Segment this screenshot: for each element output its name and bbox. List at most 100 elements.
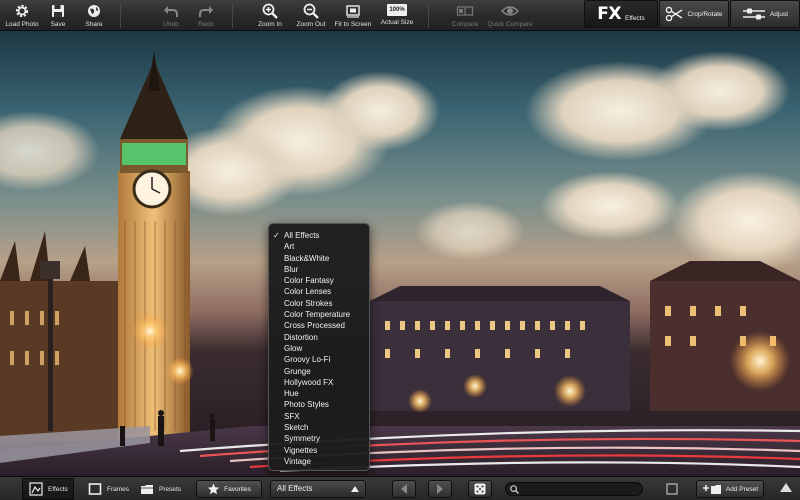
menu-item[interactable]: Hollywood FX bbox=[269, 377, 369, 388]
share-label: Share bbox=[85, 21, 103, 28]
effects-category-menu[interactable]: ✓ All Effects Art Black&White Blur Color Fant… bbox=[268, 223, 370, 471]
view-toggle-button[interactable] bbox=[660, 480, 684, 498]
menu-item[interactable]: Photo Styles bbox=[269, 399, 369, 410]
menu-item[interactable]: ✓ All Effects bbox=[269, 230, 369, 241]
adjust-label: Adjust bbox=[769, 10, 789, 18]
fit-to-screen-button[interactable]: Fit to Screen bbox=[331, 0, 375, 31]
menu-item[interactable]: Distortion bbox=[269, 332, 369, 343]
frames-tab-label: Frames bbox=[107, 485, 130, 493]
compare-label: Compare bbox=[451, 21, 479, 28]
menu-item-label: Color Temperature bbox=[284, 310, 351, 320]
menu-item[interactable]: Grunge bbox=[269, 366, 369, 377]
random-effect-button[interactable] bbox=[468, 480, 492, 498]
menu-item[interactable]: Hue bbox=[269, 388, 369, 399]
menu-item[interactable]: Symmetry bbox=[269, 433, 369, 444]
menu-item[interactable]: Color Fantasy bbox=[269, 275, 369, 286]
undo-label: Undo bbox=[163, 21, 179, 28]
zoom-in-button[interactable]: Zoom In bbox=[248, 0, 292, 31]
menu-item[interactable]: Art bbox=[269, 241, 369, 252]
chevron-left-icon bbox=[401, 484, 407, 494]
previous-button[interactable] bbox=[392, 480, 416, 498]
actual-size-button[interactable]: 100% Actual Size bbox=[375, 0, 419, 31]
next-button[interactable] bbox=[428, 480, 452, 498]
search-icon bbox=[510, 485, 519, 494]
menu-item-label: Photo Styles bbox=[284, 400, 329, 410]
adjust-mode-tab[interactable]: Adjust bbox=[730, 0, 800, 28]
actual-size-label: Actual Size bbox=[380, 19, 414, 26]
frame-icon bbox=[88, 483, 102, 495]
redo-label: Redo bbox=[198, 21, 214, 28]
menu-item-label: Color Strokes bbox=[284, 298, 333, 308]
category-select-value: All Effects bbox=[277, 484, 313, 493]
add-folder-icon bbox=[702, 485, 721, 494]
compare-button[interactable]: Compare bbox=[443, 0, 487, 31]
folder-icon bbox=[141, 485, 153, 494]
menu-list: ✓ All Effects Art Black&White Blur Color Fant… bbox=[269, 230, 369, 467]
gear-icon bbox=[15, 4, 29, 18]
zoom-out-button[interactable]: Zoom Out bbox=[289, 0, 333, 31]
london-photo bbox=[0, 51, 800, 476]
effects-tab[interactable]: Effects bbox=[22, 478, 74, 500]
compare-icon bbox=[456, 6, 474, 16]
menu-item[interactable]: Black&White bbox=[269, 253, 369, 264]
save-label: Save bbox=[50, 21, 66, 28]
effects-mode-tab[interactable]: FX Effects bbox=[584, 0, 658, 28]
dice-icon bbox=[474, 483, 486, 495]
share-button[interactable]: Share bbox=[72, 0, 116, 31]
toolbar-divider bbox=[428, 3, 429, 28]
star-icon bbox=[207, 483, 220, 495]
scissors-icon bbox=[666, 6, 683, 22]
crop-rotate-mode-tab[interactable]: Crop/Rotate bbox=[659, 0, 729, 28]
fx-logo: FX bbox=[597, 4, 621, 24]
menu-item-label: Black&White bbox=[284, 253, 330, 263]
search-field[interactable] bbox=[505, 482, 643, 496]
menu-item-label: Grunge bbox=[284, 366, 311, 376]
menu-item-label: Vignettes bbox=[284, 445, 318, 455]
menu-item[interactable]: Vintage bbox=[269, 456, 369, 467]
photo-canvas[interactable]: ✓ All Effects Art Black&White Blur Color Fant… bbox=[0, 31, 800, 476]
fit-to-screen-icon bbox=[346, 5, 360, 18]
menu-item[interactable]: Groovy Lo-Fi bbox=[269, 354, 369, 365]
menu-item[interactable]: SFX bbox=[269, 411, 369, 422]
chevron-up-icon bbox=[351, 486, 359, 492]
menu-item-label: All Effects bbox=[284, 231, 320, 240]
menu-item-label: Blur bbox=[284, 264, 299, 274]
frames-tab[interactable]: Frames bbox=[82, 478, 130, 500]
menu-item[interactable]: Color Lenses bbox=[269, 286, 369, 297]
menu-item-label: Cross Processed bbox=[284, 321, 345, 331]
checkmark-icon: ✓ bbox=[273, 231, 280, 240]
add-preset-button[interactable]: Add Preset bbox=[696, 480, 764, 498]
menu-item-label: Color Fantasy bbox=[284, 276, 334, 286]
favorites-button[interactable]: Favorites bbox=[196, 480, 262, 498]
menu-item[interactable]: Color Strokes bbox=[269, 298, 369, 309]
zoom-in-icon bbox=[262, 3, 278, 19]
menu-item[interactable]: Glow bbox=[269, 343, 369, 354]
redo-arrow-icon bbox=[199, 6, 213, 17]
bottom-bar: Effects Frames Presets Favorites All Eff… bbox=[0, 476, 800, 500]
quick-compare-button[interactable]: Quick Compare bbox=[486, 0, 534, 31]
menu-item[interactable]: Color Temperature bbox=[269, 309, 369, 320]
actual-size-badge: 100% bbox=[387, 4, 407, 16]
redo-button[interactable]: Redo bbox=[184, 0, 228, 31]
menu-item-label: Glow bbox=[284, 343, 303, 353]
zoom-in-label: Zoom In bbox=[258, 21, 282, 28]
collapse-panel-icon[interactable] bbox=[780, 483, 792, 492]
menu-item-label: SFX bbox=[284, 411, 300, 421]
presets-tab[interactable]: Presets bbox=[134, 478, 186, 500]
zoom-out-icon bbox=[303, 3, 319, 19]
load-photo-label: Load Photo bbox=[5, 21, 39, 28]
globe-icon bbox=[88, 5, 100, 17]
menu-item-label: Groovy Lo-Fi bbox=[284, 355, 331, 365]
menu-item[interactable]: Sketch bbox=[269, 422, 369, 433]
menu-item-label: Vintage bbox=[284, 456, 311, 466]
toolbar-divider bbox=[232, 3, 233, 28]
search-input[interactable] bbox=[522, 483, 640, 495]
menu-item[interactable]: Blur bbox=[269, 264, 369, 275]
menu-item-label: Sketch bbox=[284, 423, 309, 433]
menu-item[interactable]: Cross Processed bbox=[269, 320, 369, 331]
effects-mode-label: Effects bbox=[624, 14, 645, 22]
menu-item[interactable]: Vignettes bbox=[269, 445, 369, 456]
category-select[interactable]: All Effects bbox=[270, 480, 366, 498]
sliders-icon bbox=[742, 8, 765, 20]
crop-rotate-label: Crop/Rotate bbox=[687, 10, 723, 18]
